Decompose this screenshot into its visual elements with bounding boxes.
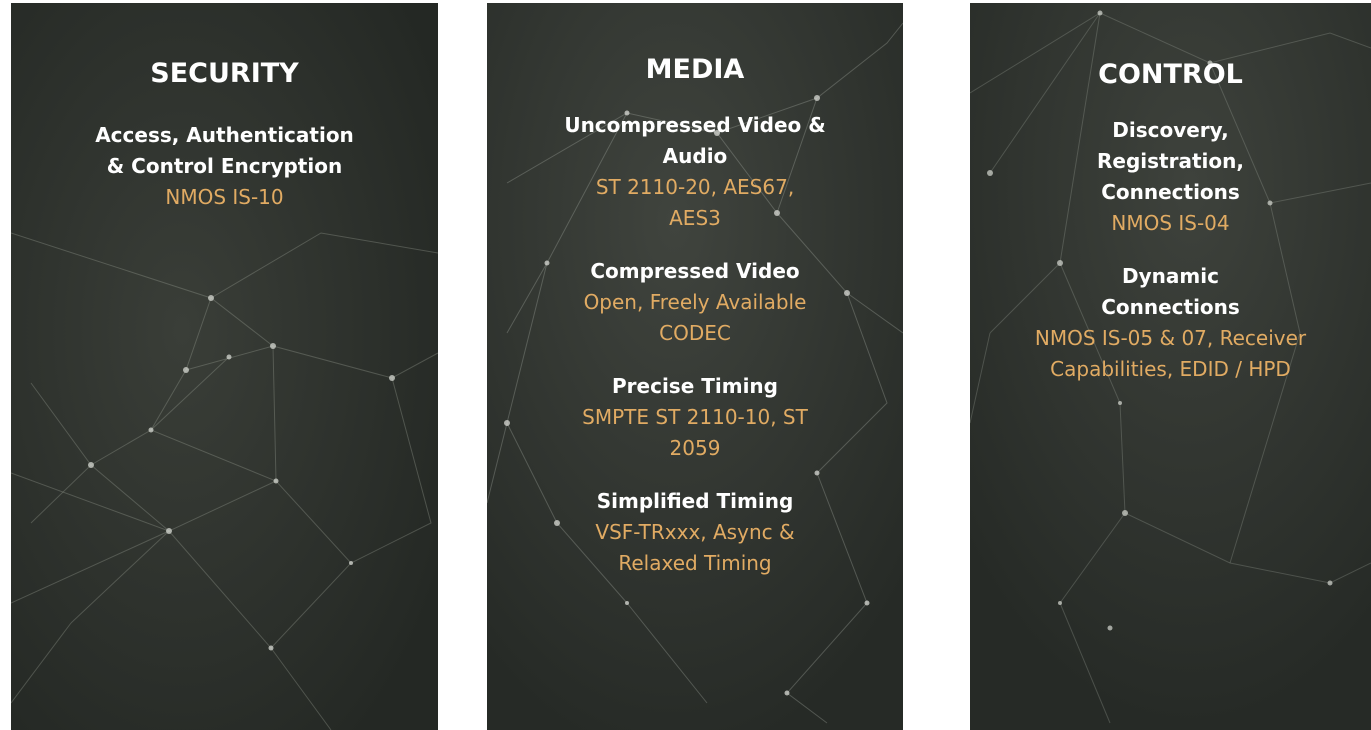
media-content: MEDIA Uncompressed Video & Audio ST 2110… — [487, 3, 903, 579]
control-entry-discovery: Discovery, Registration, Connections NMO… — [970, 115, 1371, 239]
entry-title: Dynamic Connections — [1101, 264, 1240, 319]
entry-title: Uncompressed Video & Audio — [564, 113, 826, 168]
control-entry-dynamic-connections: Dynamic Connections NMOS IS-05 & 07, Rec… — [970, 261, 1371, 385]
media-entry-compressed: Compressed Video Open, Freely Available … — [487, 256, 903, 349]
media-entry-precise-timing: Precise Timing SMPTE ST 2110-10, ST 2059 — [487, 371, 903, 464]
entry-standard: NMOS IS-10 — [165, 185, 284, 209]
media-entry-simplified-timing: Simplified Timing VSF-TRxxx, Async & Rel… — [487, 486, 903, 579]
entry-standard: SMPTE ST 2110-10, ST 2059 — [582, 405, 808, 460]
media-heading: MEDIA — [645, 54, 745, 85]
entry-standard: NMOS IS-04 — [1111, 211, 1230, 235]
entry-standard: NMOS IS-05 & 07, Receiver Capabilities, … — [1034, 326, 1307, 381]
entry-standard: VSF-TRxxx, Async & Relaxed Timing — [595, 520, 795, 575]
security-panel: SECURITY Access, Authentication & Contro… — [11, 3, 438, 730]
control-content: CONTROL Discovery, Registration, Connect… — [970, 3, 1371, 385]
entry-title: Precise Timing — [612, 374, 778, 398]
entry-standard: ST 2110-20, AES67, AES3 — [595, 175, 795, 230]
media-entry-uncompressed: Uncompressed Video & Audio ST 2110-20, A… — [487, 110, 903, 234]
security-content: SECURITY Access, Authentication & Contro… — [11, 3, 438, 213]
entry-title: Access, Authentication & Control Encrypt… — [95, 123, 354, 178]
security-heading: SECURITY — [150, 58, 299, 89]
media-panel: MEDIA Uncompressed Video & Audio ST 2110… — [487, 3, 903, 730]
control-heading: CONTROL — [1098, 59, 1243, 90]
security-entry-access: Access, Authentication & Control Encrypt… — [11, 120, 438, 213]
entry-standard: Open, Freely Available CODEC — [583, 290, 807, 345]
control-panel: CONTROL Discovery, Registration, Connect… — [970, 3, 1371, 730]
entry-title: Discovery, Registration, Connections — [1097, 118, 1244, 204]
entry-title: Simplified Timing — [596, 489, 794, 513]
entry-title: Compressed Video — [590, 259, 800, 283]
